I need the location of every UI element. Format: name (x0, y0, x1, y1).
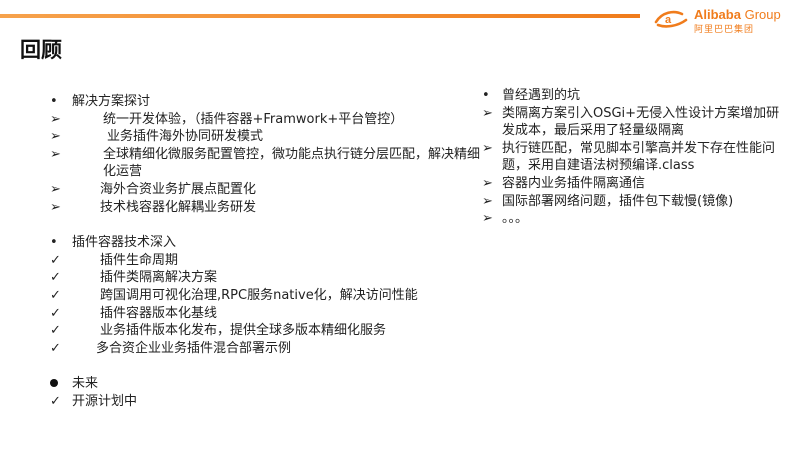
page-title: 回顾 (20, 38, 62, 62)
list-item: ➢ 技术栈容器化解耦业务研发 (50, 199, 257, 215)
list-item: ➢ 国际部署网络问题，插件包下载慢(镜像) (482, 193, 734, 209)
section-heading-plugin-container: • 插件容器技术深入 (50, 235, 177, 251)
alibaba-group-logo: a Alibaba Group 阿里巴巴集团 (652, 6, 792, 35)
arrow-bullet-icon: ➢ (50, 146, 61, 162)
check-icon: ✓ (50, 340, 61, 356)
list-item: ✓ 插件类隔离解决方案 (50, 270, 218, 286)
arrow-bullet-icon: ➢ (482, 175, 493, 191)
list-item: ✓ 业务插件版本化发布，提供全球多版本精细化服务 (50, 323, 387, 339)
check-icon: ✓ (50, 393, 61, 409)
right-column: • 曾经遇到的坑 ➢ 类隔离方案引入OSGi+无侵入性设计方案增加研发成本，最后… (482, 87, 792, 228)
bullet-marker: • (482, 88, 490, 103)
check-icon: ✓ (50, 287, 61, 303)
list-item: ➢ 执行链匹配，常见脚本引擎高并发下存在性能问题，采用自建语法树预编译.clas… (482, 140, 776, 174)
list-item: ➢ 海外合资业务扩展点配置化 (50, 181, 257, 197)
list-item: ➢ 统一开发体验，（插件容器+Framwork+平台管控） (50, 111, 404, 127)
filled-dot-icon (50, 375, 66, 393)
section-heading-solutions: • 解决方案探讨 (50, 94, 151, 109)
list-item: ➢ 全球精细化微服务配置管控，微功能点执行链分层匹配，解决精细化运营 (50, 146, 481, 180)
list-item: ✓ 插件生命周期 (50, 252, 179, 268)
arrow-bullet-icon: ➢ (50, 129, 61, 145)
check-icon: ✓ (50, 323, 61, 339)
logo-wordmark: Alibaba Group (694, 7, 781, 22)
bullet-marker: • (50, 94, 58, 109)
list-item: ✓ 多合资企业业务插件混合部署示例 (50, 340, 292, 356)
left-column: • 解决方案探讨 ➢ 统一开发体验，（插件容器+Framwork+平台管控） ➢… (50, 93, 480, 411)
arrow-bullet-icon: ➢ (482, 105, 493, 121)
list-item: ➢ 类隔离方案引入OSGi+无侵入性设计方案增加研发成本，最后采用了轻量级隔离 (482, 105, 780, 139)
check-icon: ✓ (50, 305, 61, 321)
arrow-bullet-icon: ➢ (50, 111, 61, 127)
arrow-bullet-icon: ➢ (50, 199, 61, 215)
logo-chinese-text: 阿里巴巴集团 (694, 25, 755, 35)
list-item: ✓ 插件容器版本化基线 (50, 305, 218, 321)
svg-text:a: a (665, 14, 672, 26)
header-accent-rule (0, 14, 640, 18)
arrow-bullet-icon: ➢ (482, 193, 493, 209)
arrow-bullet-icon: ➢ (482, 140, 493, 156)
list-item: ✓ 跨国调用可视化治理,RPC服务native化，解决访问性能 (50, 287, 418, 303)
alibaba-smile-icon: a (654, 10, 688, 28)
section-heading-future: 未来 (50, 375, 480, 393)
list-item: ➢ 业务插件海外协同研发模式 (50, 129, 264, 145)
arrow-bullet-icon: ➢ (482, 211, 493, 227)
section-heading-pitfalls: • 曾经遇到的坑 (482, 88, 581, 103)
bullet-marker: • (50, 235, 58, 251)
check-icon: ✓ (50, 252, 61, 268)
list-item: ➢ 。。。 (482, 211, 529, 227)
check-icon: ✓ (50, 270, 61, 286)
list-item: ➢ 容器内业务插件隔离通信 (482, 175, 646, 191)
arrow-bullet-icon: ➢ (50, 181, 61, 197)
list-item: ✓ 开源计划中 (50, 393, 138, 409)
